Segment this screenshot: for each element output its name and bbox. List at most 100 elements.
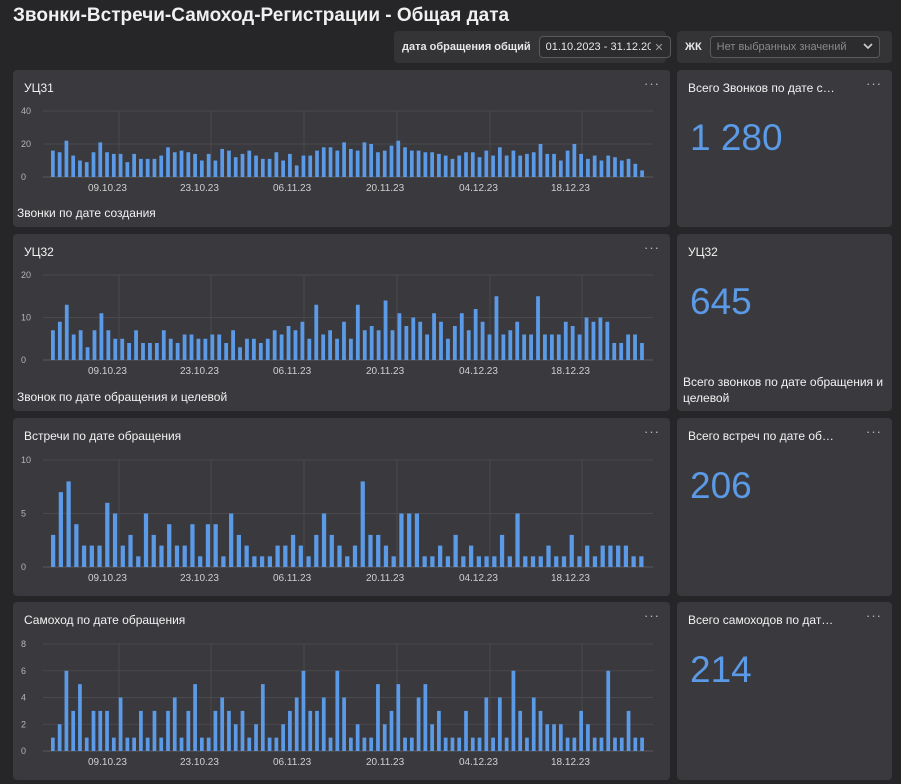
y-tick-label: 2 bbox=[21, 719, 26, 729]
bar bbox=[525, 153, 529, 177]
bar bbox=[51, 534, 56, 567]
chevron-down-icon[interactable] bbox=[863, 41, 873, 53]
bar bbox=[328, 330, 333, 360]
bar bbox=[376, 152, 380, 177]
bar bbox=[409, 150, 414, 177]
bar bbox=[626, 710, 631, 751]
x-tick-label: 04.12.23 bbox=[459, 183, 498, 194]
bar bbox=[315, 150, 319, 177]
bar bbox=[538, 556, 543, 567]
bar bbox=[328, 147, 333, 177]
bar bbox=[240, 153, 245, 177]
bar bbox=[631, 556, 636, 567]
bar bbox=[414, 513, 420, 567]
more-icon[interactable]: ··· bbox=[866, 424, 882, 439]
bar bbox=[300, 321, 305, 360]
bar bbox=[362, 142, 367, 177]
bar bbox=[227, 150, 231, 177]
bar bbox=[186, 152, 191, 177]
bar bbox=[281, 160, 285, 177]
bar bbox=[314, 534, 319, 567]
x-tick-label: 04.12.23 bbox=[459, 573, 498, 584]
y-tick-label: 10 bbox=[21, 313, 31, 323]
bar-chart: 0 2 4 6 8 09.10.23 23.10.23 06.11.23 20.11.23 04.… bbox=[21, 639, 653, 768]
more-icon[interactable]: ··· bbox=[866, 76, 882, 91]
kpi-value: 1 280 bbox=[690, 117, 783, 158]
bar bbox=[430, 724, 434, 751]
jk-select[interactable]: Нет выбранных значений bbox=[709, 36, 880, 58]
date-filter-label: дата обращения общий bbox=[402, 41, 531, 53]
bar bbox=[134, 330, 138, 360]
x-tick-label: 23.10.23 bbox=[180, 366, 219, 377]
date-range-value: 01.10.2023 - 31.12.2023 bbox=[545, 41, 652, 53]
y-tick-label: 40 bbox=[21, 106, 31, 116]
bar bbox=[480, 321, 485, 360]
bar bbox=[198, 556, 203, 567]
bar bbox=[205, 524, 211, 567]
bar bbox=[498, 147, 502, 177]
bar bbox=[128, 534, 133, 567]
bar bbox=[585, 545, 590, 567]
bar bbox=[57, 724, 62, 751]
bar bbox=[613, 157, 617, 177]
kpi-value: 214 bbox=[690, 649, 752, 690]
bar bbox=[267, 556, 272, 567]
bar bbox=[536, 296, 540, 360]
bar bbox=[396, 684, 401, 751]
bar bbox=[57, 152, 62, 177]
bar bbox=[342, 321, 346, 360]
bar bbox=[403, 737, 407, 751]
bar bbox=[399, 513, 404, 567]
bar bbox=[337, 545, 342, 567]
bar bbox=[498, 697, 502, 751]
bar bbox=[307, 338, 312, 360]
clear-icon[interactable]: ✕ bbox=[654, 41, 663, 54]
bar bbox=[272, 330, 277, 360]
chart-footer: Звонки по дате создания bbox=[17, 206, 156, 220]
more-icon[interactable]: ··· bbox=[866, 608, 882, 623]
bar bbox=[484, 556, 489, 567]
bar bbox=[538, 144, 543, 177]
chart-card-uc32: УЦ32 ··· 0 10 20 09.10.23 23.10.23 06.11.23 20… bbox=[13, 234, 670, 411]
bar bbox=[308, 155, 313, 177]
bar bbox=[240, 710, 245, 751]
bar bbox=[382, 150, 387, 177]
bar bbox=[78, 330, 83, 360]
bar bbox=[335, 670, 340, 751]
bar bbox=[619, 160, 624, 177]
bar bbox=[362, 330, 367, 360]
bar bbox=[345, 556, 350, 567]
bar bbox=[391, 556, 396, 567]
bar bbox=[174, 545, 180, 567]
bar bbox=[260, 158, 265, 177]
bar bbox=[606, 670, 611, 751]
bar bbox=[328, 737, 333, 751]
bar bbox=[81, 545, 87, 567]
bar bbox=[159, 737, 164, 751]
x-tick-label: 20.11.23 bbox=[366, 183, 405, 194]
date-range-input[interactable]: 01.10.2023 - 31.12.2023 ✕ bbox=[538, 36, 671, 58]
bar bbox=[283, 545, 288, 567]
bar bbox=[518, 710, 523, 751]
kpi-value: 645 bbox=[690, 281, 752, 322]
bar bbox=[206, 737, 211, 751]
bar bbox=[457, 155, 462, 177]
bar bbox=[64, 304, 69, 360]
bar bbox=[186, 710, 191, 751]
bar bbox=[491, 737, 495, 751]
bar bbox=[238, 347, 242, 360]
bar bbox=[274, 152, 279, 177]
bar bbox=[213, 160, 218, 177]
bar bbox=[267, 158, 272, 177]
x-tick-label: 20.11.23 bbox=[366, 573, 405, 584]
bar bbox=[113, 338, 118, 360]
x-tick-label: 09.10.23 bbox=[88, 366, 127, 377]
bar bbox=[145, 158, 150, 177]
bar bbox=[623, 545, 629, 567]
bar bbox=[487, 334, 492, 360]
bar bbox=[360, 481, 365, 567]
bar bbox=[258, 343, 263, 360]
bar bbox=[507, 556, 512, 567]
bar bbox=[265, 338, 270, 360]
bar bbox=[640, 343, 644, 360]
